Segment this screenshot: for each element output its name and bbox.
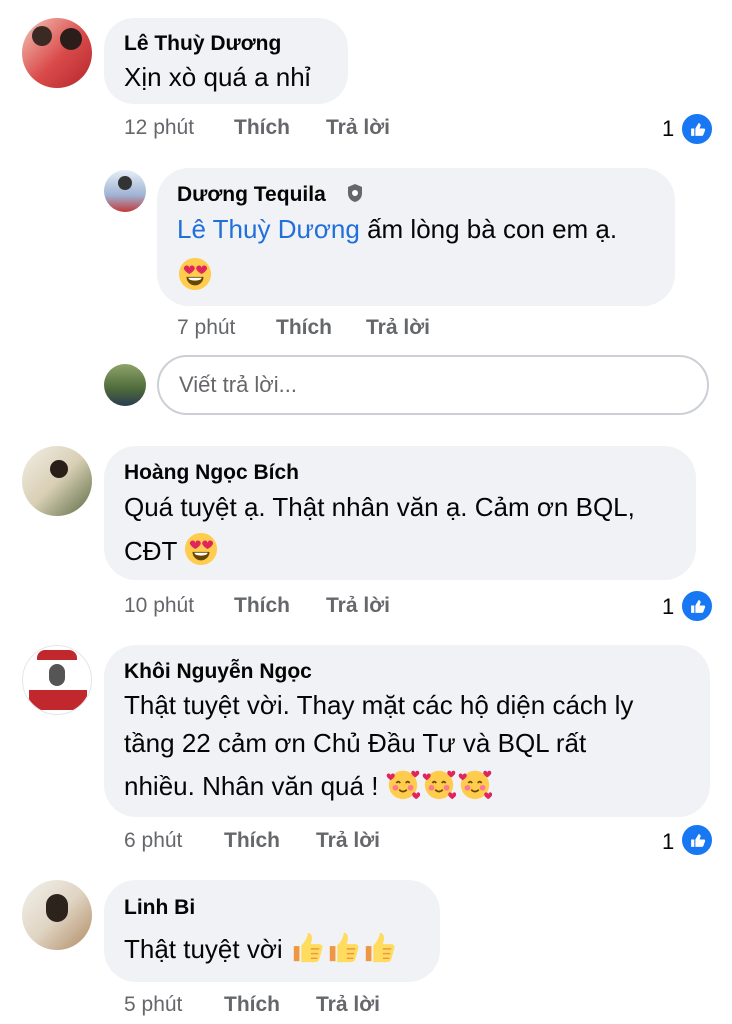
reply-button[interactable]: Trả lời: [366, 316, 430, 340]
comment-time[interactable]: 5 phút: [124, 993, 182, 1017]
like-reaction-icon[interactable]: [680, 823, 714, 857]
mention-link[interactable]: Lê Thuỳ Dương: [177, 214, 360, 244]
heart-eyes-emoji: [184, 532, 218, 566]
reaction-count[interactable]: 1: [662, 829, 674, 855]
reaction-count[interactable]: 1: [662, 116, 674, 142]
like-button[interactable]: Thích: [224, 829, 280, 853]
reply-button[interactable]: Trả lời: [316, 829, 380, 853]
smiling-face-with-hearts-emoji: [458, 767, 492, 801]
avatar[interactable]: [22, 18, 92, 88]
reply-input[interactable]: [157, 355, 709, 415]
thumbs-up-emoji: [326, 930, 360, 964]
comment-text-line: CĐT: [124, 536, 177, 566]
reply-text: Lê Thuỳ Dương ấm lòng bà con em ạ.: [177, 208, 617, 250]
like-button[interactable]: Thích: [234, 116, 290, 140]
heart-eyes-emoji: [178, 257, 212, 291]
reply-text-body: ấm lòng bà con em ạ.: [359, 214, 618, 244]
thumbs-up-emoji: [290, 930, 324, 964]
comment-text: nhiều. Nhân văn quá !: [124, 765, 494, 807]
avatar[interactable]: [22, 645, 92, 715]
comment-text: CĐT: [124, 530, 220, 572]
avatar[interactable]: [22, 880, 92, 950]
comment-text-line: nhiều. Nhân văn quá !: [124, 771, 379, 801]
comment-text: Quá tuyệt ạ. Thật nhân văn ạ. Cảm ơn BQL…: [124, 492, 635, 522]
comment-time[interactable]: 6 phút: [124, 829, 182, 853]
avatar: [104, 364, 146, 406]
comment-text: tầng 22 cảm ơn Chủ Đầu Tư và BQL rất: [124, 728, 587, 758]
reaction-count[interactable]: 1: [662, 594, 674, 620]
smiling-face-with-hearts-emoji: [422, 767, 456, 801]
comment-text-line: Thật tuyệt vời: [124, 934, 283, 964]
avatar[interactable]: [22, 446, 92, 516]
comment-author[interactable]: Linh Bi: [124, 896, 195, 920]
like-button[interactable]: Thích: [234, 594, 290, 618]
comment-text: Xịn xò quá a nhỉ: [124, 62, 311, 92]
like-button[interactable]: Thích: [276, 316, 332, 340]
smiling-face-with-hearts-emoji: [386, 767, 420, 801]
thumbs-up-emoji: [362, 930, 396, 964]
avatar[interactable]: [104, 170, 146, 212]
reply-button[interactable]: Trả lời: [316, 993, 380, 1017]
comment-author[interactable]: Hoàng Ngọc Bích: [124, 461, 299, 485]
comment-author[interactable]: Khôi Nguyễn Ngọc: [124, 660, 312, 684]
reply-button[interactable]: Trả lời: [326, 594, 390, 618]
reply-button[interactable]: Trả lời: [326, 116, 390, 140]
like-reaction-icon[interactable]: [680, 589, 714, 623]
comment-time[interactable]: 12 phút: [124, 116, 194, 140]
comment-text: Thật tuyệt vời: [124, 928, 398, 970]
comment-time[interactable]: 10 phút: [124, 594, 194, 618]
like-button[interactable]: Thích: [224, 993, 280, 1017]
reply-author[interactable]: Dương Tequila: [177, 183, 326, 207]
shield-badge-icon: [346, 183, 364, 203]
comment-text: Thật tuyệt vời. Thay mặt các hộ diện các…: [124, 690, 634, 720]
comment-author[interactable]: Lê Thuỳ Dương: [124, 32, 281, 56]
reply-time[interactable]: 7 phút: [177, 316, 235, 340]
like-reaction-icon[interactable]: [680, 112, 714, 146]
